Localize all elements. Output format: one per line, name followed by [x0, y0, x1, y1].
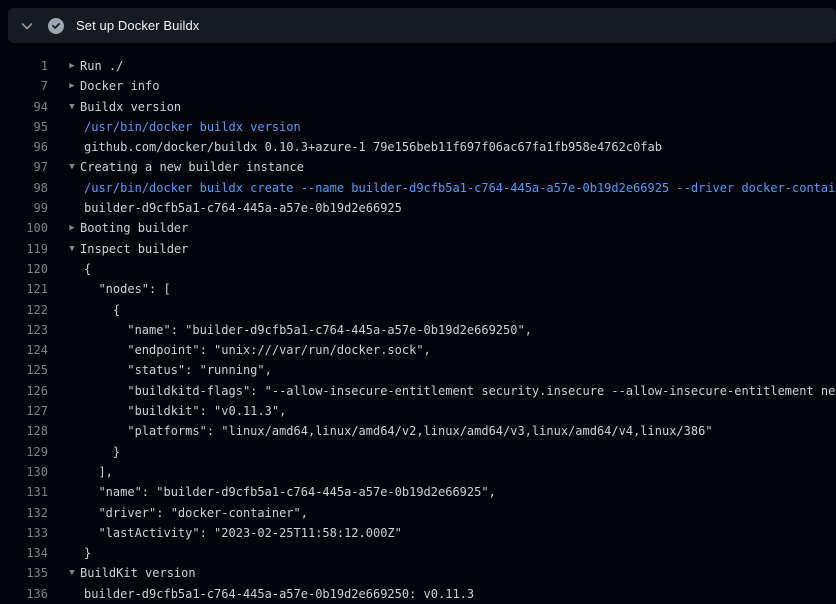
line-number[interactable]: 135	[0, 563, 48, 583]
line-number[interactable]: 133	[0, 523, 48, 543]
line-number[interactable]: 96	[0, 137, 48, 157]
log-line: 122 {	[0, 300, 836, 320]
log-line: 95/usr/bin/docker buildx version	[0, 117, 836, 137]
log-line: 128 "platforms": "linux/amd64,linux/amd6…	[0, 421, 836, 441]
log-line: 124 "endpoint": "unix:///var/run/docker.…	[0, 340, 836, 360]
log-line: 98/usr/bin/docker buildx create --name b…	[0, 178, 836, 198]
line-number[interactable]: 119	[0, 239, 48, 259]
output-text: builder-d9cfb5a1-c764-445a-a57e-0b19d2e6…	[84, 584, 474, 604]
log-line: 129 }	[0, 442, 836, 462]
line-number[interactable]: 132	[0, 503, 48, 523]
line-number[interactable]: 129	[0, 442, 48, 462]
log-line: 135 ▼BuildKit version	[0, 563, 836, 583]
output-text: "platforms": "linux/amd64,linux/amd64/v2…	[84, 421, 713, 441]
group-title[interactable]: Docker info	[80, 76, 159, 96]
log-line: 130 ],	[0, 462, 836, 482]
chevron-down-icon[interactable]	[19, 18, 35, 34]
log-line: 134}	[0, 543, 836, 563]
log-line: 131 "name": "builder-d9cfb5a1-c764-445a-…	[0, 482, 836, 502]
line-number[interactable]: 126	[0, 381, 48, 401]
output-text: "lastActivity": "2023-02-25T11:58:12.000…	[84, 523, 402, 543]
command-text: /usr/bin/docker buildx version	[84, 117, 301, 137]
output-text: "name": "builder-d9cfb5a1-c764-445a-a57e…	[84, 482, 496, 502]
output-text: {	[84, 259, 91, 279]
line-number[interactable]: 94	[0, 97, 48, 117]
group-expanded-icon[interactable]: ▼	[66, 157, 78, 177]
log-line: 125 "status": "running",	[0, 360, 836, 380]
log-line: 132 "driver": "docker-container",	[0, 503, 836, 523]
log-line: 97 ▼Creating a new builder instance	[0, 157, 836, 177]
log-line: 7 ▶Docker info	[0, 76, 836, 96]
output-text: "endpoint": "unix:///var/run/docker.sock…	[84, 340, 431, 360]
group-title[interactable]: Run ./	[80, 56, 123, 76]
line-number[interactable]: 121	[0, 279, 48, 299]
output-text: "status": "running",	[84, 360, 272, 380]
output-text: "name": "builder-d9cfb5a1-c764-445a-a57e…	[84, 320, 532, 340]
output-text: }	[84, 543, 91, 563]
log-line: 121 "nodes": [	[0, 279, 836, 299]
log-line: 100 ▶Booting builder	[0, 218, 836, 238]
output-text: "buildkitd-flags": "--allow-insecure-ent…	[84, 381, 836, 401]
line-number[interactable]: 131	[0, 482, 48, 502]
output-text: ],	[84, 462, 113, 482]
output-text: github.com/docker/buildx 0.10.3+azure-1 …	[84, 137, 662, 157]
line-number[interactable]: 136	[0, 584, 48, 604]
log-line: 127 "buildkit": "v0.11.3",	[0, 401, 836, 421]
group-title[interactable]: Inspect builder	[80, 239, 188, 259]
line-number[interactable]: 134	[0, 543, 48, 563]
group-expanded-icon[interactable]: ▼	[66, 563, 78, 583]
line-number[interactable]: 97	[0, 157, 48, 177]
line-number[interactable]: 124	[0, 340, 48, 360]
log-line: 94 ▼Buildx version	[0, 97, 836, 117]
log-line: 1 ▶Run ./	[0, 56, 836, 76]
step-header[interactable]: Set up Docker Buildx	[8, 8, 836, 43]
step-title: Set up Docker Buildx	[76, 18, 199, 33]
output-text: }	[84, 442, 120, 462]
log-line: 99 builder-d9cfb5a1-c764-445a-a57e-0b19d2…	[0, 198, 836, 218]
output-text: "nodes": [	[84, 279, 171, 299]
log-line: 136 builder-d9cfb5a1-c764-445a-a57e-0b19d…	[0, 584, 836, 604]
group-title[interactable]: Creating a new builder instance	[80, 157, 304, 177]
log-line: 119 ▼Inspect builder	[0, 239, 836, 259]
group-collapsed-icon[interactable]: ▶	[66, 76, 78, 96]
check-circle-icon	[48, 18, 64, 34]
line-number[interactable]: 7	[0, 76, 48, 96]
line-number[interactable]: 122	[0, 300, 48, 320]
log-line: 120 {	[0, 259, 836, 279]
line-number[interactable]: 123	[0, 320, 48, 340]
group-expanded-icon[interactable]: ▼	[66, 97, 78, 117]
group-title[interactable]: Booting builder	[80, 218, 188, 238]
log-output: 1▶Run ./7▶Docker info94▼Buildx version95…	[0, 43, 836, 604]
line-number[interactable]: 95	[0, 117, 48, 137]
line-number[interactable]: 1	[0, 56, 48, 76]
line-number[interactable]: 100	[0, 218, 48, 238]
group-collapsed-icon[interactable]: ▶	[66, 56, 78, 76]
log-line: 133 "lastActivity": "2023-02-25T11:58:12…	[0, 523, 836, 543]
actions-log-viewer: Set up Docker Buildx 1▶Run ./7▶Docker in…	[0, 0, 836, 604]
line-number[interactable]: 99	[0, 198, 48, 218]
line-number[interactable]: 128	[0, 421, 48, 441]
line-number[interactable]: 98	[0, 178, 48, 198]
log-line: 96 github.com/docker/buildx 0.10.3+azure-…	[0, 137, 836, 157]
group-title[interactable]: Buildx version	[80, 97, 181, 117]
group-collapsed-icon[interactable]: ▶	[66, 218, 78, 238]
group-expanded-icon[interactable]: ▼	[66, 239, 78, 259]
log-line: 126 "buildkitd-flags": "--allow-insecure…	[0, 381, 836, 401]
line-number[interactable]: 125	[0, 360, 48, 380]
line-number[interactable]: 120	[0, 259, 48, 279]
output-text: builder-d9cfb5a1-c764-445a-a57e-0b19d2e6…	[84, 198, 402, 218]
command-text: /usr/bin/docker buildx create --name bui…	[84, 178, 836, 198]
log-line: 123 "name": "builder-d9cfb5a1-c764-445a-…	[0, 320, 836, 340]
line-number[interactable]: 130	[0, 462, 48, 482]
group-title[interactable]: BuildKit version	[80, 563, 196, 583]
output-text: {	[84, 300, 120, 320]
line-number[interactable]: 127	[0, 401, 48, 421]
output-text: "driver": "docker-container",	[84, 503, 308, 523]
output-text: "buildkit": "v0.11.3",	[84, 401, 286, 421]
